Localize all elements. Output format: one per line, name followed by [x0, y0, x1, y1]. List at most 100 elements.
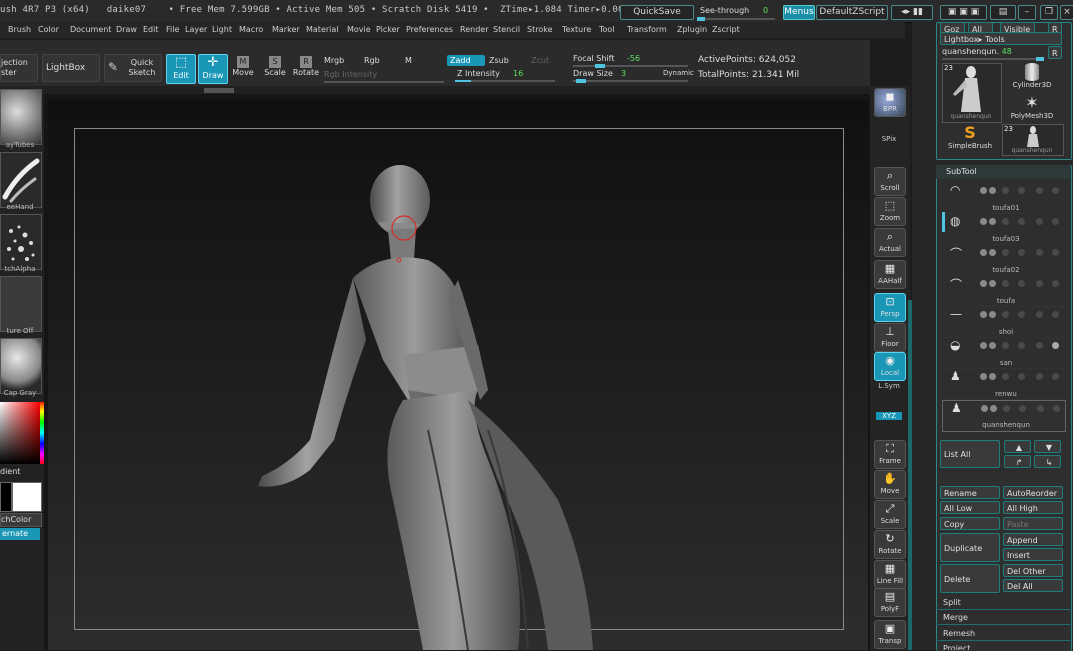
actual-button[interactable]: ⌕ Actual: [874, 228, 906, 257]
all-low-button[interactable]: All Low: [940, 501, 1000, 514]
stroke-thumbnail[interactable]: [0, 152, 42, 208]
l-sym-button[interactable]: L.Sym: [870, 382, 908, 390]
delete-button[interactable]: Delete: [940, 564, 1000, 593]
restore-icon[interactable]: ❐: [1040, 5, 1058, 20]
all-high-button[interactable]: All High: [1003, 501, 1063, 514]
split-section[interactable]: Split: [938, 596, 1070, 610]
rgb-intensity-label[interactable]: Rgb Intensity: [324, 70, 377, 79]
focal-shift-slider[interactable]: Focal Shift -56: [573, 54, 693, 68]
subtool-toggles[interactable]: [980, 280, 1062, 288]
menu-edit[interactable]: Edit: [143, 25, 159, 34]
autoreorder-button[interactable]: AutoReorder: [1003, 486, 1063, 499]
zadd-button[interactable]: Zadd: [447, 55, 485, 66]
polyf-button[interactable]: ▤ PolyF: [874, 588, 906, 617]
project-section[interactable]: Project: [938, 642, 1070, 650]
menu-preferences[interactable]: Preferences: [406, 25, 453, 34]
menus-button[interactable]: Menus: [783, 5, 815, 20]
aahalf-button[interactable]: ▦ AAHalf: [874, 260, 906, 289]
spix-button[interactable]: SPix: [870, 135, 908, 143]
close-icon[interactable]: ×: [1060, 5, 1073, 20]
subtool-toggles[interactable]: [980, 342, 1062, 350]
mrgb-button[interactable]: Mrgb: [324, 56, 344, 65]
menu-material[interactable]: Material: [306, 25, 339, 34]
menu-layer[interactable]: Layer: [185, 25, 207, 34]
menu-zplugin[interactable]: Zplugin: [677, 25, 707, 34]
rename-button[interactable]: Rename: [940, 486, 1000, 499]
secondary-color-swatch[interactable]: [0, 482, 12, 512]
tool-thumb-quanshenqun-2[interactable]: 23 quanshenqun: [1002, 124, 1064, 156]
subtool-toggles[interactable]: [980, 187, 1062, 195]
m-button[interactable]: M: [405, 56, 412, 65]
projection-master-button[interactable]: jection ster: [0, 54, 38, 82]
scale-button[interactable]: ⤢ Scale: [874, 500, 906, 529]
menu-picker[interactable]: Picker: [376, 25, 400, 34]
subtool-toggles[interactable]: [980, 249, 1062, 257]
menu-movie[interactable]: Movie: [347, 25, 371, 34]
move-button[interactable]: M Move: [230, 56, 256, 77]
zsub-button[interactable]: Zsub: [489, 56, 509, 65]
subtool-scrollbar[interactable]: [942, 212, 945, 232]
menu-stencil[interactable]: Stencil: [493, 25, 520, 34]
tool-thumb-polymesh3d[interactable]: ✶ PolyMesh3D: [1002, 94, 1062, 124]
edit-button[interactable]: ⬚ Edit: [166, 54, 196, 84]
persp-button[interactable]: ⊡ Persp: [874, 293, 906, 322]
material-thumbnail[interactable]: [0, 338, 42, 394]
quicksave-button[interactable]: QuickSave: [620, 5, 694, 20]
rgb-intensity-slider[interactable]: [324, 81, 444, 83]
color-picker[interactable]: [0, 402, 44, 464]
rotate-button[interactable]: ↻ Rotate: [874, 530, 906, 559]
z-intensity-slider[interactable]: Z Intensity 16: [455, 69, 565, 83]
minimize-icon[interactable]: –: [1018, 5, 1036, 20]
insert-button[interactable]: Insert: [1003, 548, 1063, 561]
merge-section[interactable]: Merge: [938, 611, 1070, 625]
scroll-button[interactable]: ⌕ Scroll: [874, 167, 906, 196]
main-color-swatch[interactable]: [12, 482, 42, 512]
copy-button[interactable]: Copy: [940, 517, 1000, 530]
menu-color[interactable]: Color: [38, 25, 59, 34]
sculpt-model[interactable]: [48, 100, 868, 650]
see-through-slider[interactable]: See-through 0: [697, 4, 777, 21]
canvas-scrollbar[interactable]: [44, 86, 870, 94]
menu-stroke[interactable]: Stroke: [527, 25, 553, 34]
xyz-button[interactable]: XYZ: [876, 412, 902, 420]
subtool-toggles[interactable]: [980, 311, 1062, 319]
menu-zscript[interactable]: Zscript: [712, 25, 740, 34]
del-other-button[interactable]: Del Other: [1003, 564, 1063, 577]
layout-presets-icon[interactable]: ▣ ▣ ▣: [940, 5, 987, 20]
move-up-icon[interactable]: ▲: [1004, 440, 1031, 453]
texture-thumbnail[interactable]: [0, 276, 42, 332]
lightbox-tools-button[interactable]: Lightbox▸ Tools: [940, 32, 1062, 45]
menu-tool[interactable]: Tool: [599, 25, 615, 34]
move-bottom-icon[interactable]: ↳: [1034, 455, 1061, 468]
remesh-section[interactable]: Remesh: [938, 627, 1070, 641]
menu-texture[interactable]: Texture: [562, 25, 591, 34]
lightbox-button[interactable]: LightBox: [42, 54, 100, 82]
floor-button[interactable]: ⊥ Floor: [874, 323, 906, 352]
duplicate-button[interactable]: Duplicate: [940, 533, 1000, 562]
layout-arrows-icon[interactable]: ◂▸ ▮▮: [891, 5, 933, 20]
menu-file[interactable]: File: [166, 25, 179, 34]
menu-macro[interactable]: Macro: [239, 25, 263, 34]
subtool-toggles[interactable]: [980, 373, 1062, 381]
tool-thumb-simplebrush[interactable]: S SimpleBrush: [942, 124, 998, 154]
frame-button[interactable]: ⛶ Frame: [874, 440, 906, 469]
r-tool-button[interactable]: R: [1048, 46, 1062, 59]
menu-document[interactable]: Document: [70, 25, 111, 34]
move-button[interactable]: ✋ Move: [874, 470, 906, 499]
line-fill-button[interactable]: ▦ Line Fill: [874, 560, 906, 589]
rotate-button[interactable]: R Rotate: [292, 56, 320, 77]
subtool-toggles[interactable]: [980, 218, 1062, 226]
switch-color-button[interactable]: chColor: [0, 513, 42, 527]
draw-button[interactable]: ✛ Draw: [198, 54, 228, 84]
tool-thumb-quanshenqun[interactable]: 23 quanshenqun: [942, 63, 1002, 123]
draw-size-slider[interactable]: Draw Size 3 Dynamic: [573, 69, 698, 83]
move-top-icon[interactable]: ↱: [1004, 455, 1031, 468]
menu-transform[interactable]: Transform: [627, 25, 667, 34]
tool-slider[interactable]: [942, 57, 1044, 61]
del-all-button[interactable]: Del All: [1003, 579, 1063, 592]
append-button[interactable]: Append: [1003, 533, 1063, 546]
alternate-button[interactable]: ernate: [0, 528, 40, 540]
brush-thumbnail[interactable]: [0, 89, 42, 145]
rgb-button[interactable]: Rgb: [364, 56, 380, 65]
menu-draw[interactable]: Draw: [116, 25, 137, 34]
